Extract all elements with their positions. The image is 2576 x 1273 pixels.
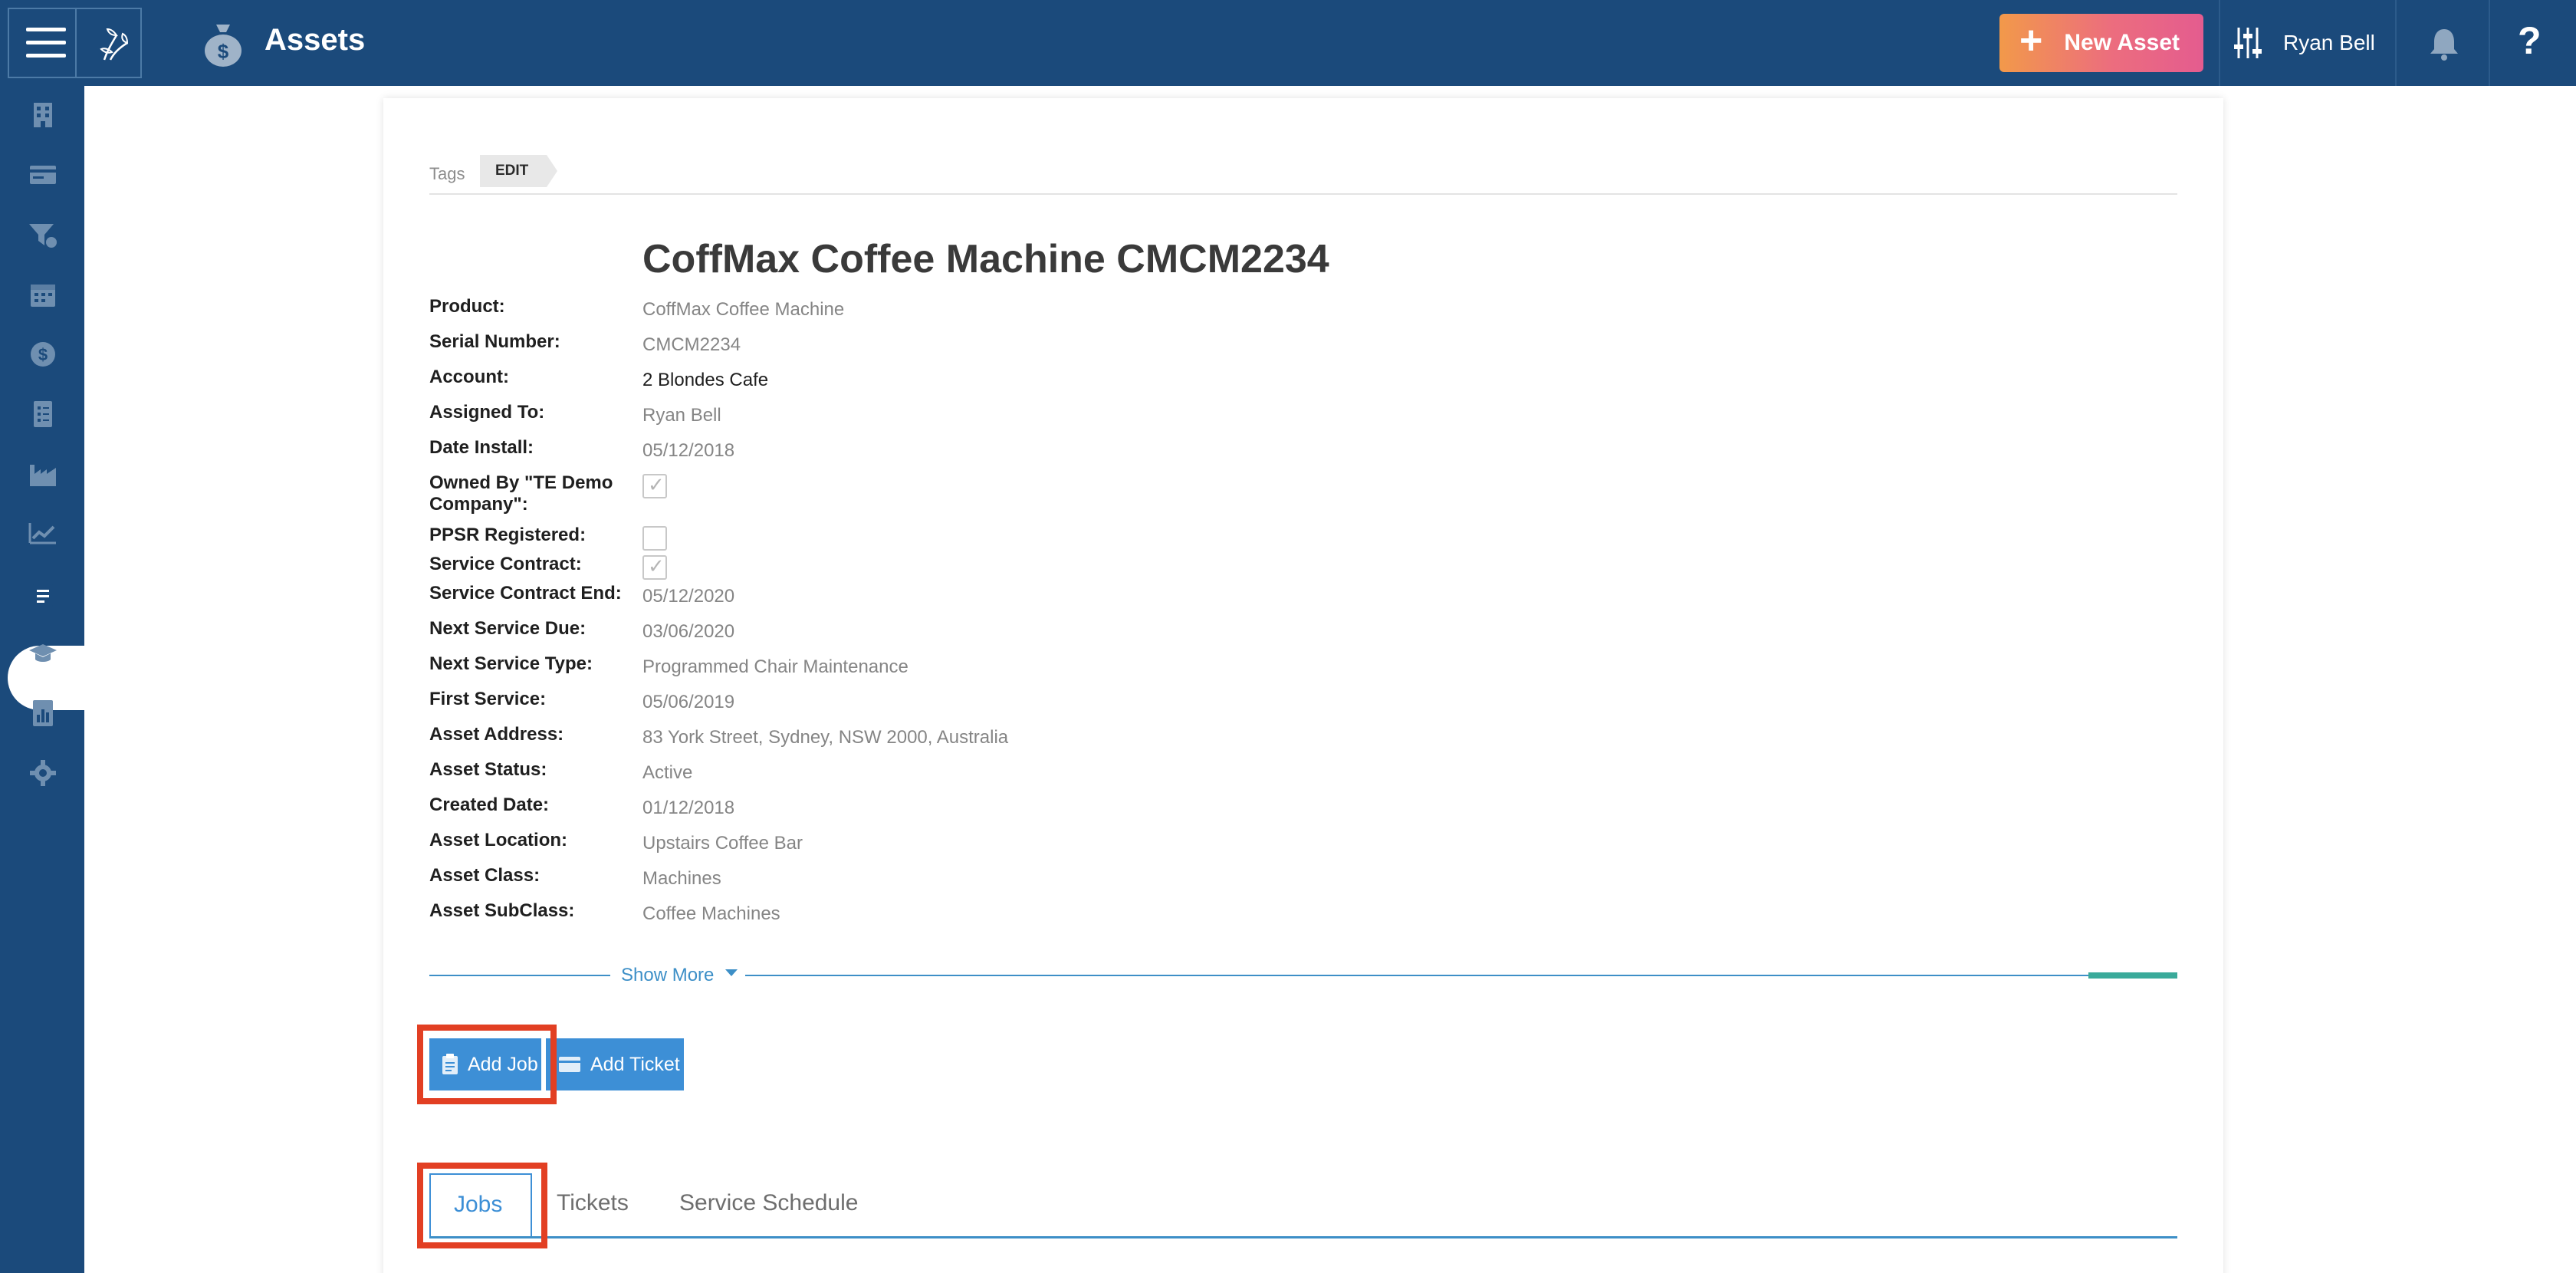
field-value: Ryan Bell: [642, 405, 721, 426]
svg-text:$: $: [218, 40, 229, 63]
svg-text:$: $: [38, 345, 48, 364]
field-label: Service Contract:: [429, 554, 582, 574]
funnel-icon[interactable]: [28, 219, 58, 250]
card-icon[interactable]: [28, 160, 58, 190]
sliders-icon: [2234, 28, 2262, 58]
show-more-toggle[interactable]: Show More: [621, 965, 738, 986]
help-button[interactable]: ?: [2518, 18, 2542, 63]
tab-service-schedule[interactable]: Service Schedule: [679, 1190, 858, 1216]
tab-tickets[interactable]: Tickets: [557, 1190, 629, 1216]
tags-row: Tags EDIT: [429, 155, 2177, 195]
highlight-box: [417, 1025, 557, 1104]
user-menu[interactable]: Ryan Bell: [2233, 0, 2375, 86]
field-value: Programmed Chair Maintenance: [642, 656, 909, 677]
field-label: Assigned To:: [429, 402, 545, 423]
tags-label: Tags: [429, 164, 465, 183]
tabs-underline: [429, 1236, 2177, 1238]
field-value: 03/06/2020: [642, 621, 735, 642]
plus-icon: +: [2019, 18, 2043, 63]
header-separator: [2489, 0, 2490, 86]
field-value: Active: [642, 762, 693, 783]
asset-title: CoffMax Coffee Machine CMCM2234: [642, 237, 1329, 281]
divider: [429, 975, 610, 976]
progress-accent: [2088, 972, 2177, 979]
caret-down-icon: [725, 969, 738, 976]
header-separator: [2395, 0, 2397, 86]
field-label: Asset Location:: [429, 830, 568, 850]
money-bag-icon: $: [205, 25, 242, 67]
field-label: Next Service Type:: [429, 653, 593, 674]
calendar-icon[interactable]: [28, 279, 58, 310]
report-icon[interactable]: [28, 698, 58, 729]
top-bar: $ Assets + New Asset Ryan Bell ?: [0, 0, 2576, 86]
field-value: 01/12/2018: [642, 798, 735, 818]
menu-divider: [75, 9, 77, 77]
factory-icon[interactable]: [28, 459, 58, 489]
field-value: CMCM2234: [642, 334, 741, 355]
new-asset-button[interactable]: + New Asset: [1999, 14, 2203, 72]
field-value: 05/12/2018: [642, 440, 735, 461]
checklist-icon[interactable]: [28, 399, 58, 429]
owned-by-checkbox[interactable]: [642, 474, 667, 498]
field-label: Asset Status:: [429, 759, 547, 780]
field-value: 83 York Street, Sydney, NSW 2000, Austra…: [642, 727, 1009, 748]
field-value: CoffMax Coffee Machine: [642, 299, 845, 320]
new-asset-label: New Asset: [2064, 30, 2180, 55]
header-separator: [2219, 0, 2220, 86]
field-label: Asset Class:: [429, 865, 540, 886]
field-label: Serial Number:: [429, 331, 560, 352]
bell-icon[interactable]: [2427, 26, 2461, 61]
field-label: Asset SubClass:: [429, 900, 575, 921]
page-title: Assets: [264, 23, 366, 57]
highlight-box: [417, 1163, 547, 1248]
menu-box: [8, 8, 142, 78]
asset-detail-card: Tags EDIT CoffMax Coffee Machine CMCM223…: [383, 98, 2223, 1273]
sidebar: $: [0, 86, 84, 1273]
field-label: Owned By "TE Demo Company":: [429, 472, 613, 515]
field-label: PPSR Registered:: [429, 525, 586, 545]
settings-gear-icon[interactable]: [28, 758, 58, 788]
account-link[interactable]: 2 Blondes Cafe: [642, 370, 768, 391]
show-more-row: Show More: [429, 960, 2177, 991]
field-label: Created Date:: [429, 794, 550, 815]
service-contract-checkbox[interactable]: [642, 555, 667, 580]
field-value: 05/12/2020: [642, 586, 735, 607]
edit-tags-button[interactable]: EDIT: [480, 155, 558, 187]
field-label: Product:: [429, 296, 505, 317]
field-label: Asset Address:: [429, 724, 564, 745]
building-icon[interactable]: [28, 100, 58, 130]
field-label: Account:: [429, 367, 509, 387]
leaf-logo-icon[interactable]: [94, 23, 136, 66]
field-value: 05/06/2019: [642, 692, 735, 712]
add-ticket-label: Add Ticket: [590, 1053, 680, 1075]
trend-chart-icon[interactable]: [28, 518, 58, 549]
field-label: First Service:: [429, 689, 547, 709]
ticket-icon: [559, 1057, 580, 1072]
dollar-icon[interactable]: $: [28, 339, 58, 370]
field-value: Machines: [642, 868, 721, 889]
add-ticket-button[interactable]: Add Ticket: [546, 1038, 684, 1090]
divider: [745, 975, 2088, 976]
field-label: Date Install:: [429, 437, 534, 458]
field-label: Next Service Due:: [429, 618, 586, 639]
user-name: Ryan Bell: [2283, 31, 2375, 54]
ppsr-registered-checkbox[interactable]: [642, 526, 667, 551]
field-value: Coffee Machines: [642, 903, 780, 924]
hamburger-menu-icon[interactable]: [26, 28, 66, 58]
clipboard-icon[interactable]: [28, 578, 58, 609]
field-value: Upstairs Coffee Bar: [642, 833, 803, 854]
graduation-cap-icon[interactable]: [28, 638, 58, 669]
show-more-label: Show More: [621, 965, 715, 985]
field-label: Service Contract End:: [429, 583, 622, 604]
